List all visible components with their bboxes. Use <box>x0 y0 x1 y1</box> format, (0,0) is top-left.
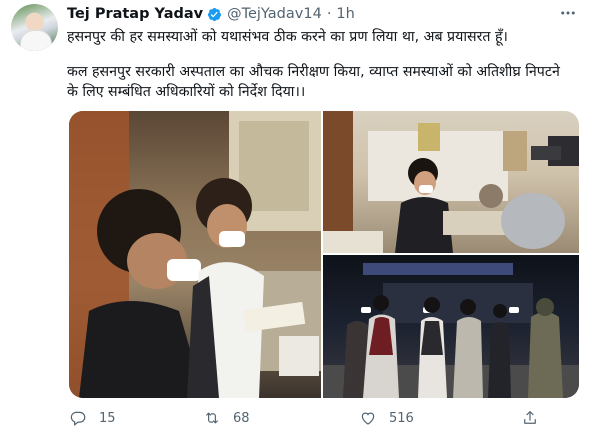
photo-3[interactable] <box>323 255 579 398</box>
share-icon <box>524 411 536 424</box>
tweet-media-grid <box>69 111 579 398</box>
retweet-count: 68 <box>233 410 250 426</box>
heart-icon <box>361 412 375 425</box>
author-name[interactable]: Tej Pratap Yadav <box>67 6 203 22</box>
reply-button[interactable]: 15 <box>69 409 116 427</box>
avatar-figure <box>20 30 52 51</box>
verified-badge-icon <box>208 7 222 21</box>
photo-3-scene <box>323 263 579 398</box>
photo-2[interactable] <box>323 111 579 253</box>
like-button[interactable]: 516 <box>359 409 414 427</box>
author-handle[interactable]: @TejYadav14 <box>227 6 322 22</box>
tweet-text-line-1: हसनपुर की हर समस्याओं को यथासंभव ठीक करन… <box>67 29 508 45</box>
share-button[interactable] <box>521 409 551 427</box>
tweet-actions-bar: 15 68 516 <box>69 409 549 427</box>
photo-1-scene <box>69 111 321 398</box>
tweet-text: हसनपुर की हर समस्याओं को यथासंभव ठीक करन… <box>67 27 572 102</box>
tweet-header: Tej Pratap Yadav @TejYadav14 · 1h <box>67 5 355 23</box>
tweet-timestamp[interactable]: 1h <box>336 6 354 22</box>
reply-icon <box>70 411 86 426</box>
retweet-icon <box>205 412 219 424</box>
reply-count: 15 <box>99 410 116 426</box>
like-count: 516 <box>389 410 414 426</box>
retweet-button[interactable]: 68 <box>203 409 250 427</box>
author-avatar[interactable] <box>11 4 58 51</box>
tweet-text-line-2: कल हसनपुर सरकारी अस्पताल का औचक निरीक्षण… <box>67 64 560 100</box>
separator-dot: · <box>326 6 332 22</box>
more-horizontal-icon[interactable] <box>559 4 577 26</box>
photo-1[interactable] <box>69 111 321 398</box>
photo-2-scene <box>323 111 579 253</box>
